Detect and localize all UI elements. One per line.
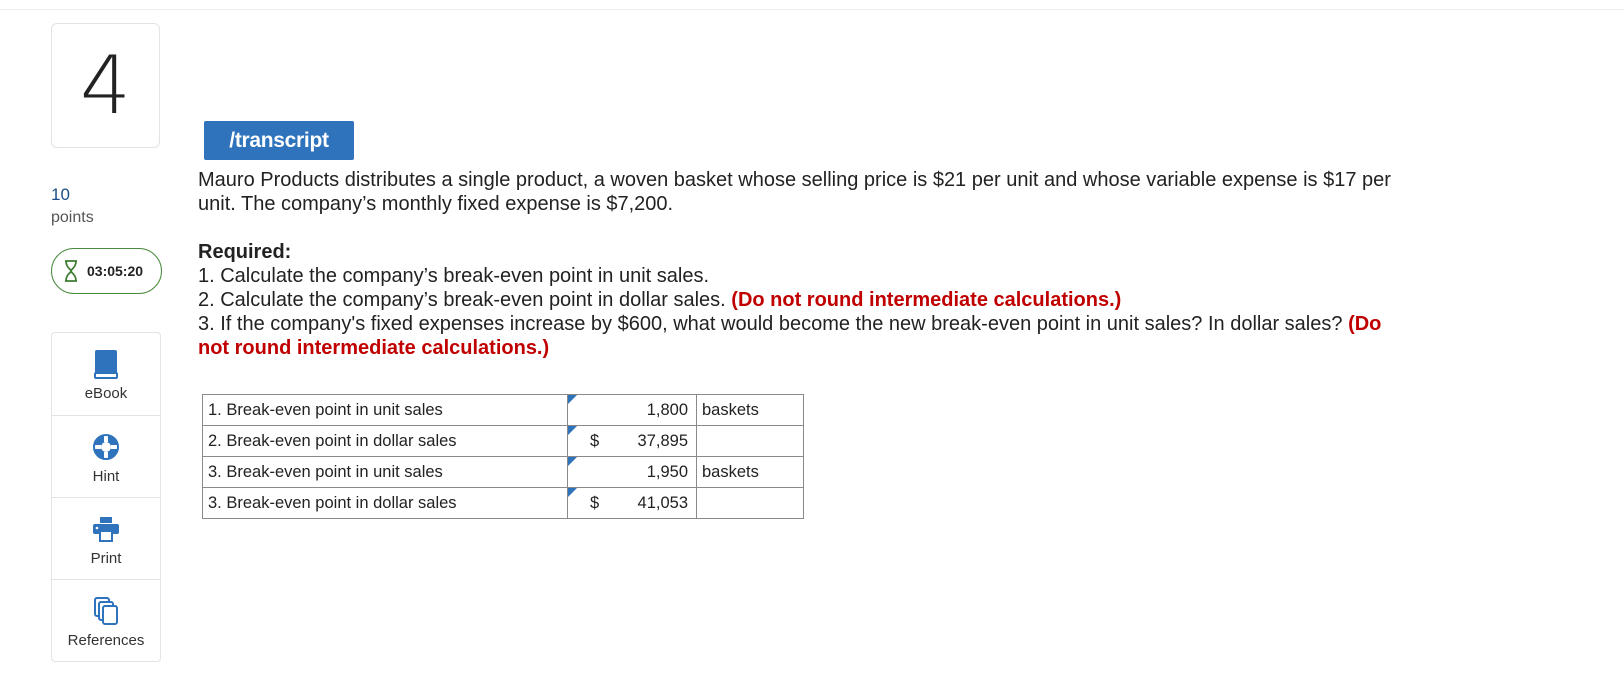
required-item-3-text: 3. If the company's fixed expenses incre…	[198, 313, 1343, 335]
required-item-2: 2. Calculate the company’s break-even po…	[198, 288, 1468, 312]
answer-value: 1,800	[646, 400, 688, 419]
ebook-label: eBook	[84, 385, 128, 402]
printer-icon	[92, 512, 120, 546]
timer-text: 03:05:20	[87, 263, 144, 279]
problem-line-2: unit. The company’s monthly fixed expens…	[198, 193, 674, 215]
table-row: 2. Break-even point in dollar sales $37,…	[202, 425, 804, 457]
print-button[interactable]: Print	[52, 497, 160, 579]
lifebuoy-icon	[92, 430, 120, 464]
currency-symbol: $	[590, 493, 600, 512]
table-row: 3. Break-even point in unit sales 1,950 …	[202, 456, 804, 488]
references-button[interactable]: References	[52, 579, 160, 661]
question-number: 4	[80, 38, 131, 132]
answer-label: 3. Break-even point in dollar sales	[202, 487, 568, 519]
table-row: 3. Break-even point in dollar sales $41,…	[202, 487, 804, 519]
answer-value: 41,053	[637, 493, 688, 512]
corner-marker-icon	[568, 395, 577, 404]
top-divider	[0, 9, 1624, 10]
table-row: 1. Break-even point in unit sales 1,800 …	[202, 394, 804, 426]
question-number-box: 4	[51, 23, 160, 148]
tool-panel: eBook Hint Print References	[51, 332, 161, 662]
timer[interactable]: 03:05:20	[51, 248, 162, 294]
answer-unit	[696, 487, 804, 519]
corner-marker-icon	[568, 488, 577, 497]
answer-value: 37,895	[637, 431, 688, 450]
required-item-3-note-cont: not round intermediate calculations.)	[198, 337, 550, 359]
corner-marker-icon	[568, 457, 577, 466]
answer-label: 2. Break-even point in dollar sales	[202, 425, 568, 457]
required-item-2-note: (Do not round intermediate calculations.…	[731, 289, 1122, 311]
references-label: References	[67, 632, 145, 649]
required-section: Required: 1. Calculate the company’s bre…	[198, 240, 1468, 360]
problem-line-1: Mauro Products distributes a single prod…	[198, 169, 1391, 191]
points-label: points	[51, 209, 94, 226]
answer-table: 1. Break-even point in unit sales 1,800 …	[202, 394, 804, 519]
copy-icon	[92, 594, 120, 628]
answer-unit	[696, 425, 804, 457]
currency-symbol: $	[590, 431, 600, 450]
answer-unit: baskets	[696, 456, 804, 488]
required-title: Required:	[198, 241, 292, 263]
required-item-1: 1. Calculate the company’s break-even po…	[198, 265, 710, 287]
corner-marker-icon	[568, 426, 577, 435]
book-icon	[93, 347, 119, 381]
answer-input[interactable]: 1,950	[567, 456, 697, 488]
answer-value: 1,950	[646, 462, 688, 481]
ebook-button[interactable]: eBook	[52, 333, 160, 415]
answer-input[interactable]: $37,895	[567, 425, 697, 457]
points-value: 10	[51, 185, 70, 204]
answer-unit: baskets	[696, 394, 804, 426]
transcript-button[interactable]: /transcript	[204, 121, 354, 160]
print-label: Print	[90, 550, 122, 567]
answer-input[interactable]: 1,800	[567, 394, 697, 426]
problem-statement: Mauro Products distributes a single prod…	[198, 168, 1468, 216]
answer-input[interactable]: $41,053	[567, 487, 697, 519]
required-item-2-text: 2. Calculate the company’s break-even po…	[198, 289, 726, 311]
hourglass-icon	[64, 260, 78, 282]
answer-label: 3. Break-even point in unit sales	[202, 456, 568, 488]
required-item-3: 3. If the company's fixed expenses incre…	[198, 312, 1468, 360]
required-item-3-note: (Do	[1348, 313, 1382, 335]
hint-button[interactable]: Hint	[52, 415, 160, 497]
answer-label: 1. Break-even point in unit sales	[202, 394, 568, 426]
hint-label: Hint	[92, 468, 120, 485]
